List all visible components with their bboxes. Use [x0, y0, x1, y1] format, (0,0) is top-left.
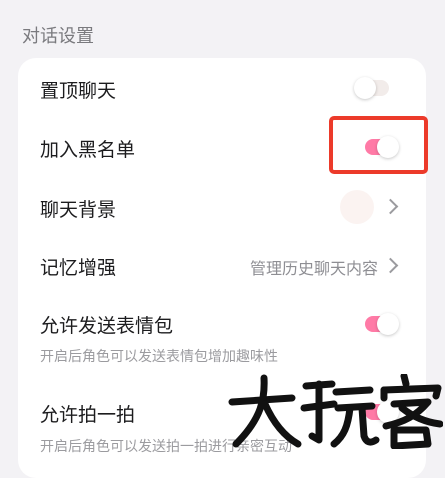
pin-chat-toggle[interactable]	[354, 77, 389, 99]
memory-boost-row[interactable]: 记忆增强 管理历史聊天内容	[18, 236, 426, 296]
toggle-knob	[354, 77, 376, 99]
allow-pat-label: 允许拍一拍	[40, 404, 136, 426]
highlight-annotation-box	[329, 116, 428, 174]
pin-chat-label: 置顶聊天	[40, 80, 117, 102]
allow-stickers-label: 允许发送表情包	[40, 315, 174, 337]
chevron-right-icon	[382, 198, 399, 215]
pin-chat-row[interactable]: 置顶聊天	[18, 58, 426, 118]
allow-stickers-toggle[interactable]	[365, 313, 399, 335]
watermark-logo	[228, 374, 443, 449]
chat-background-label: 聊天背景	[40, 199, 117, 221]
chat-background-row[interactable]: 聊天背景	[18, 178, 426, 236]
chevron-right-icon	[382, 257, 399, 274]
section-title: 对话设置	[22, 26, 94, 47]
blacklist-label: 加入黑名单	[40, 139, 136, 161]
memory-boost-value: 管理历史聊天内容	[249, 259, 378, 278]
toggle-knob	[377, 313, 399, 335]
memory-boost-label: 记忆增强	[40, 257, 117, 279]
background-preview	[340, 190, 374, 224]
allow-stickers-row[interactable]: 允许发送表情包 开启后角色可以发送表情包增加趣味性	[18, 296, 426, 378]
allow-stickers-description: 开启后角色可以发送表情包增加趣味性	[40, 349, 278, 365]
